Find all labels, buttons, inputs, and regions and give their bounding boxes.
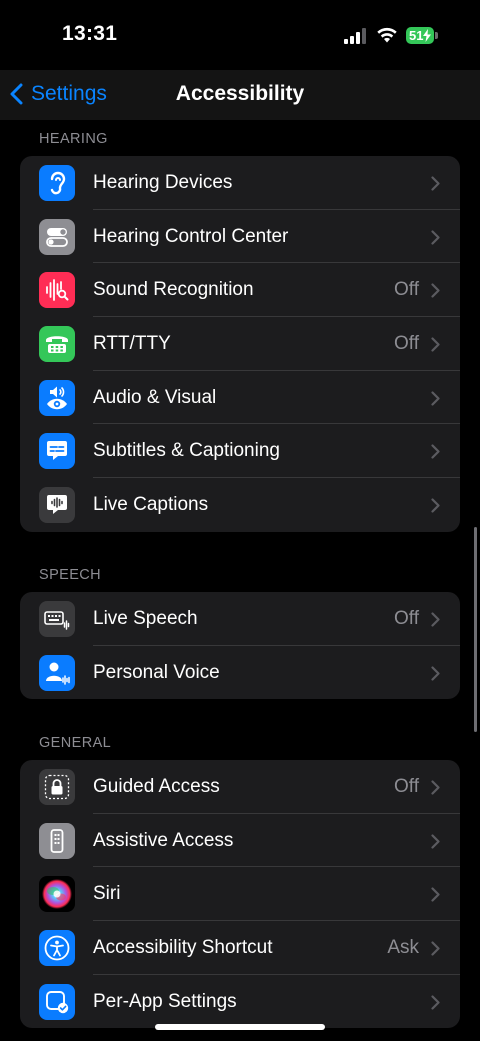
tty-phone-icon (39, 325, 75, 362)
row-label: Live Speech (93, 607, 198, 629)
row-siri[interactable]: Siri (20, 867, 460, 922)
row-value: Off (394, 775, 419, 797)
navigation-bar: Settings Accessibility (0, 70, 480, 120)
toggles-icon (39, 218, 75, 255)
battery-indicator: 51 (406, 27, 434, 44)
remote-icon (39, 822, 75, 859)
section-header-general: GENERAL (39, 735, 112, 751)
row-label: Personal Voice (93, 661, 220, 683)
battery-cap (435, 32, 438, 39)
row-label: Subtitles & Captioning (93, 440, 280, 462)
row-label: Siri (93, 883, 121, 905)
speech-group: Live Speech Off Personal Voice (20, 592, 460, 700)
chevron-right-icon (431, 283, 440, 298)
row-label: Assistive Access (93, 829, 234, 851)
row-value: Off (394, 607, 419, 629)
row-subtitles-captioning[interactable]: Subtitles & Captioning (20, 424, 460, 479)
row-value: Ask (387, 936, 419, 958)
chevron-right-icon (431, 887, 440, 902)
siri-orb-icon (39, 876, 75, 913)
accessibility-person-icon (39, 929, 75, 966)
chevron-right-icon (431, 941, 440, 956)
home-indicator[interactable] (155, 1024, 325, 1030)
hearing-group: Hearing Devices Hearing Control Center S… (20, 156, 460, 532)
chevron-right-icon (431, 994, 440, 1010)
charging-bolt-icon (423, 29, 431, 42)
chevron-right-icon (431, 444, 440, 459)
chevron-right-icon (431, 176, 440, 191)
chevron-right-icon (431, 780, 440, 795)
chevron-right-icon (431, 390, 440, 406)
cellular-signal-icon (344, 28, 368, 44)
row-hearing-control-center[interactable]: Hearing Control Center (20, 210, 460, 264)
row-label: Hearing Devices (93, 171, 233, 193)
section-header-hearing: HEARING (39, 131, 108, 147)
chevron-right-icon (431, 833, 440, 849)
row-value: Off (394, 332, 419, 354)
row-label: Sound Recognition (93, 279, 254, 301)
row-sound-recognition[interactable]: Sound Recognition Off (20, 263, 460, 318)
row-live-speech[interactable]: Live Speech Off (20, 592, 460, 646)
row-live-captions[interactable]: Live Captions (20, 478, 460, 532)
row-audio-visual[interactable]: Audio & Visual (20, 371, 460, 425)
live-captions-bubble-icon (39, 486, 75, 523)
row-hearing-devices[interactable]: Hearing Devices (20, 156, 460, 210)
chevron-right-icon (431, 498, 440, 513)
lock-icon (39, 768, 75, 805)
row-personal-voice[interactable]: Personal Voice (20, 646, 460, 700)
row-label: Guided Access (93, 775, 220, 797)
speaker-eye-icon (39, 379, 75, 416)
row-value: Off (394, 279, 419, 301)
row-guided-access[interactable]: Guided Access Off (20, 760, 460, 814)
chevron-right-icon (431, 337, 440, 352)
caption-bubble-icon (39, 433, 75, 470)
general-group: Guided Access Off Assistive Access Siri … (20, 760, 460, 1029)
ear-icon (39, 164, 75, 201)
row-label: Per-App Settings (93, 990, 237, 1012)
page-title: Accessibility (175, 82, 305, 105)
row-accessibility-shortcut[interactable]: Accessibility Shortcut Ask (20, 921, 460, 975)
chevron-right-icon (431, 229, 440, 245)
row-label: Hearing Control Center (93, 225, 289, 247)
scroll-indicator[interactable] (474, 527, 477, 732)
status-time: 13:31 (62, 22, 118, 45)
keyboard-waveform-icon (39, 600, 75, 637)
section-header-speech: SPEECH (39, 567, 102, 583)
row-per-app-settings[interactable]: Per-App Settings (20, 975, 460, 1029)
row-label: Audio & Visual (93, 386, 217, 408)
waveform-search-icon (39, 272, 75, 309)
status-bar: 13:31 51 (0, 0, 480, 70)
battery-level: 51 (409, 28, 424, 43)
row-label: Live Captions (93, 493, 209, 515)
row-label: Accessibility Shortcut (93, 936, 273, 958)
chevron-right-icon (431, 665, 440, 681)
wifi-icon (377, 27, 397, 43)
row-label: RTT/TTY (93, 332, 171, 354)
person-waveform-icon (39, 654, 75, 691)
row-rtt-tty[interactable]: RTT/TTY Off (20, 317, 460, 371)
chevron-right-icon (431, 612, 440, 627)
row-assistive-access[interactable]: Assistive Access (20, 814, 460, 868)
app-checkmark-icon (39, 983, 75, 1020)
